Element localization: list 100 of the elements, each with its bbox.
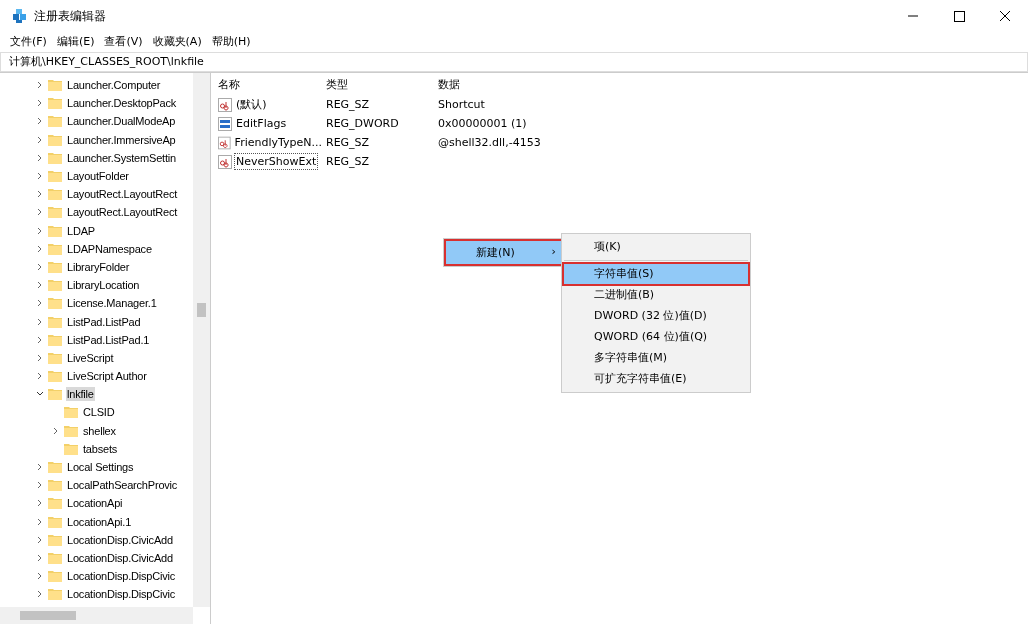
binary-value-icon [218,116,232,131]
expand-chevron-icon[interactable] [36,81,44,90]
tree-item[interactable]: Launcher.ImmersiveAp [66,132,177,147]
value-name[interactable]: (默认) [234,95,269,114]
expand-chevron-icon[interactable] [36,190,44,199]
tree-item[interactable]: LDAP [66,223,96,238]
tree-item[interactable]: LiveScript Author [66,369,148,384]
submenu-item[interactable]: 多字符串值(M) [564,348,748,368]
expand-chevron-icon[interactable] [36,99,44,108]
column-header[interactable]: 数据 [436,76,548,92]
value-data: 0x00000001 (1) [437,117,528,130]
expand-chevron-icon[interactable] [36,262,44,271]
value-name[interactable]: FriendlyTypeN... [232,134,324,151]
tree-item[interactable]: LayoutRect.LayoutRect [66,187,179,202]
tree-item[interactable]: LocalPathSearchProvic [66,478,179,493]
expand-chevron-icon[interactable] [36,481,44,490]
expand-chevron-icon[interactable] [52,426,60,435]
folder-icon [48,515,62,528]
menu-item[interactable]: 收藏夹(A) [152,33,202,49]
expand-chevron-icon[interactable] [36,244,44,253]
folder-icon [64,424,78,437]
tree-item[interactable]: LocationDisp.DispCivic [66,569,177,584]
vertical-scrollbar[interactable] [193,73,210,607]
tree-item[interactable]: Launcher.Computer [66,78,162,93]
expand-chevron-icon[interactable] [36,281,44,290]
expand-chevron-icon[interactable] [36,590,44,599]
expand-chevron-icon[interactable] [36,208,44,217]
folder-icon [64,442,78,455]
expand-chevron-icon[interactable] [36,553,44,562]
expand-chevron-icon[interactable] [36,335,44,344]
folder-icon [48,388,62,401]
expand-chevron-icon[interactable] [36,172,44,181]
tree-item[interactable]: Local Settings [66,460,135,475]
value-type: REG_DWORD [325,117,400,130]
tree-item[interactable]: Launcher.DesktopPack [66,96,178,111]
menu-item[interactable]: 帮助(H) [211,33,251,49]
submenu-item[interactable]: 可扩充字符串值(E) [564,369,748,389]
folder-icon [48,461,62,474]
tree-item[interactable]: CLSID [82,405,116,420]
value-name[interactable]: NeverShowExt [234,153,319,170]
expand-chevron-icon[interactable] [36,226,44,235]
tree-item[interactable]: lnkfile [66,387,95,402]
folder-icon [48,551,62,564]
expand-chevron-icon[interactable] [36,535,44,544]
expand-chevron-icon[interactable] [36,317,44,326]
expand-chevron-icon[interactable] [36,517,44,526]
expand-chevron-icon[interactable] [36,353,44,362]
tree-item[interactable]: Launcher.DualModeAp [66,114,177,129]
expand-chevron-icon[interactable] [36,463,44,472]
expand-chevron-icon[interactable] [36,117,44,126]
string-value-icon [218,154,232,169]
column-header[interactable]: 名称 [216,76,324,92]
tree-item[interactable]: LDAPNamespace [66,241,153,256]
tree-item[interactable]: Launcher.SystemSettin [66,150,177,165]
horizontal-scrollbar[interactable] [0,607,193,624]
folder-icon [48,115,62,128]
tree-item[interactable]: License.Manager.1 [66,296,158,311]
expand-chevron-icon[interactable] [36,372,44,381]
submenu-item[interactable]: QWORD (64 位)值(Q) [564,327,748,347]
submenu-item[interactable]: 字符串值(S) [564,264,748,284]
tree-item[interactable]: LocationDisp.CivicAdd [66,550,174,565]
folder-icon [48,333,62,346]
value-type: REG_SZ [325,136,371,149]
tree-item[interactable]: LocationApi [66,496,124,511]
value-data: @shell32.dll,-4153 [437,136,542,149]
expand-chevron-icon[interactable] [36,499,44,508]
column-header[interactable]: 类型 [324,76,436,92]
submenu-item[interactable]: DWORD (32 位)值(D) [564,306,748,326]
folder-icon [48,479,62,492]
tree-item[interactable]: ListPad.ListPad.1 [66,332,151,347]
tree-item[interactable]: LocationApi.1 [66,514,133,529]
menu-item[interactable]: 查看(V) [104,33,143,49]
tree-item[interactable]: shellex [82,423,117,438]
folder-icon [48,588,62,601]
tree-item[interactable]: LiveScript [66,350,115,365]
address-bar[interactable]: 计算机\HKEY_CLASSES_ROOT\lnkfile [0,52,1028,72]
tree-item[interactable]: LibraryLocation [66,278,141,293]
expand-chevron-icon[interactable] [36,572,44,581]
folder-icon [48,242,62,255]
expand-chevron-icon[interactable] [36,135,44,144]
menu-item[interactable]: 编辑(E) [56,33,95,49]
tree-item[interactable]: LayoutRect.LayoutRect [66,205,179,220]
folder-icon [48,97,62,110]
new-menu-item[interactable]: 新建(N) › [446,241,564,264]
folder-icon [48,315,62,328]
tree-item[interactable]: LocationDisp.CivicAdd [66,532,174,547]
folder-icon [48,570,62,583]
folder-icon [48,188,62,201]
expand-chevron-icon[interactable] [36,299,44,308]
value-name[interactable]: EditFlags [234,115,289,132]
folder-icon [48,133,62,146]
tree-item[interactable]: tabsets [82,441,119,456]
tree-item[interactable]: ListPad.ListPad [66,314,142,329]
expand-chevron-icon[interactable] [36,153,44,162]
tree-item[interactable]: LocationDisp.DispCivic [66,587,177,602]
submenu-item[interactable]: 二进制值(B) [564,285,748,305]
tree-item[interactable]: LayoutFolder [66,169,130,184]
menu-item[interactable]: 文件(F) [10,33,47,49]
submenu-item[interactable]: 项(K) [564,237,748,257]
tree-item[interactable]: LibraryFolder [66,259,131,274]
